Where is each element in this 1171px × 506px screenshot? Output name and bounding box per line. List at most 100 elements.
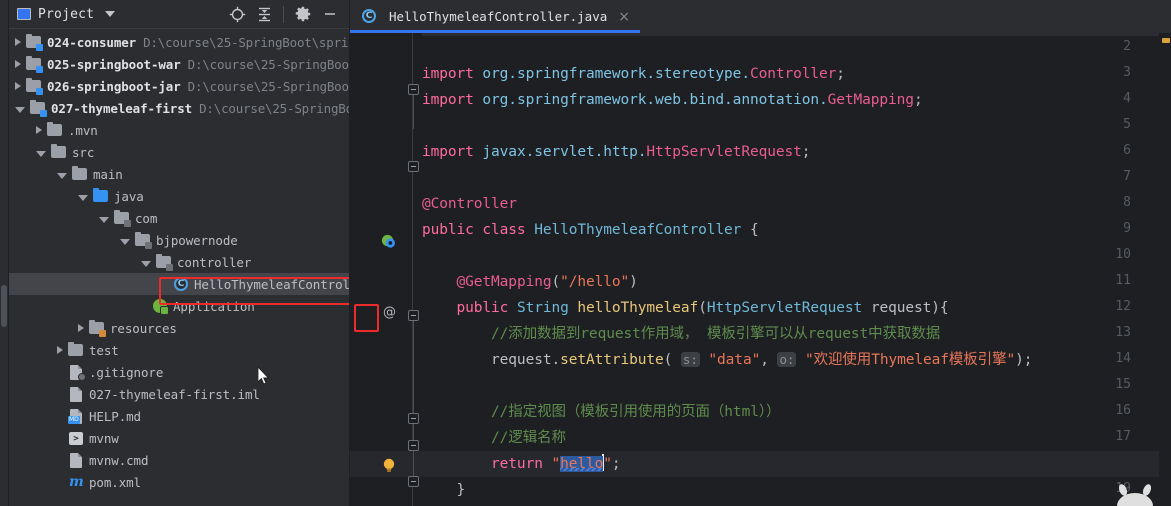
tree-row[interactable]: .gitignore xyxy=(9,361,349,383)
mouse-cursor xyxy=(258,367,270,385)
java-class-icon: C xyxy=(362,9,377,24)
tree-row[interactable]: resources xyxy=(9,317,349,339)
tree-row-label: .mvn xyxy=(68,122,98,138)
tree-row-path: D:\course\25-SpringBoot\spri xyxy=(143,34,349,50)
cmd-file-icon xyxy=(68,452,84,468)
tree-row-label: HELP.md xyxy=(89,408,141,424)
tree-row-label: 025-springboot-war xyxy=(47,56,181,72)
intention-bulb-icon[interactable] xyxy=(382,458,395,472)
module-folder-icon xyxy=(26,77,43,95)
code-line: public class HelloThymeleafController { xyxy=(422,222,759,238)
shell-file-icon: > xyxy=(68,430,84,446)
fold-marker-imports[interactable] xyxy=(408,84,419,95)
iml-file-icon xyxy=(68,386,84,402)
spring-bean-gutter-icon[interactable] xyxy=(381,234,396,249)
tree-row[interactable]: 027-thymeleaf-first.iml xyxy=(9,383,349,405)
chevron-right-icon[interactable] xyxy=(15,38,21,46)
markdown-file-icon: MD xyxy=(68,408,84,424)
tree-row[interactable]: 027-thymeleaf-first D:\course\25-SpringBo… xyxy=(9,97,349,119)
tree-row[interactable]: controller xyxy=(9,251,349,273)
chevron-right-icon[interactable] xyxy=(15,82,21,90)
fold-marker-method-end[interactable] xyxy=(408,440,419,451)
tree-row-path: D:\course\25-SpringBoot xyxy=(187,56,350,72)
tree-row[interactable]: .mvn xyxy=(9,119,349,141)
chevron-down-icon[interactable] xyxy=(105,11,116,17)
chevron-right-icon[interactable] xyxy=(78,324,84,332)
tree-row[interactable]: main xyxy=(9,163,349,185)
chevron-down-icon[interactable] xyxy=(120,238,130,245)
tree-row[interactable]: 024-consumer D:\course\25-SpringBoot\spri xyxy=(9,31,349,53)
tree-row-label: java xyxy=(114,188,144,204)
tree-row[interactable]: MD HELP.md xyxy=(9,405,349,427)
package-icon xyxy=(114,209,131,227)
tree-row[interactable]: Application xyxy=(9,295,349,317)
chevron-right-icon[interactable] xyxy=(36,126,42,134)
fold-marker-class[interactable] xyxy=(408,310,419,321)
tree-row-label: pom.xml xyxy=(89,474,141,490)
fold-marker-import-servlet[interactable] xyxy=(408,161,419,172)
minimize-icon[interactable] xyxy=(317,2,343,26)
editor-scrollbar[interactable] xyxy=(1159,33,1171,506)
tree-row[interactable]: src xyxy=(9,141,349,163)
tree-row[interactable]: 026-springboot-jar D:\course\25-SpringBoo… xyxy=(9,75,349,97)
rail-scrollbar-thumb[interactable] xyxy=(1,285,7,327)
code-line: @Controller xyxy=(422,196,517,212)
tree-row-path: D:\course\25-SpringBoot xyxy=(187,78,350,94)
tree-row[interactable]: m pom.xml xyxy=(9,471,349,493)
editor-tabbar: C HelloThymeleafController.java × xyxy=(350,0,1171,33)
code-line: //指定视图（模板引用使用的页面（html）） xyxy=(491,404,781,420)
code-line: } xyxy=(456,482,466,498)
tree-row-label: 027-thymeleaf-first xyxy=(51,100,193,116)
chevron-down-icon[interactable] xyxy=(57,172,67,179)
locate-file-icon[interactable] xyxy=(224,2,250,26)
tree-row[interactable]: 025-springboot-war D:\course\25-SpringBoo… xyxy=(9,53,349,75)
mapping-gutter-icon[interactable]: @ xyxy=(383,305,396,320)
chevron-right-icon[interactable] xyxy=(15,60,21,68)
chevron-down-icon[interactable] xyxy=(99,216,109,223)
gitignore-file-icon xyxy=(68,364,86,381)
tree-row[interactable]: > mvnw xyxy=(9,427,349,449)
code-line: //逻辑名称 xyxy=(491,430,566,446)
editor-tab-hellothymeleafcontroller[interactable]: C HelloThymeleafController.java × xyxy=(350,0,640,33)
chevron-down-icon[interactable] xyxy=(15,106,25,113)
close-icon[interactable]: × xyxy=(618,9,630,25)
project-panel-toolbar xyxy=(224,2,343,26)
folder-icon xyxy=(47,121,63,138)
chevron-down-icon[interactable] xyxy=(78,194,88,201)
project-panel-header: Project xyxy=(9,0,349,29)
tree-row-label: controller xyxy=(177,254,252,270)
fold-guide-line xyxy=(413,95,414,129)
tree-row[interactable]: bjpowernode xyxy=(9,229,349,251)
chevron-down-icon[interactable] xyxy=(36,150,46,157)
code-line: import org.springframework.web.bind.anno… xyxy=(422,92,923,108)
tree-row-path: D:\course\25-SpringBoo xyxy=(199,100,350,116)
tree-row-label: mvnw.cmd xyxy=(89,452,149,468)
tree-row[interactable]: java xyxy=(9,185,349,207)
warning-marker[interactable] xyxy=(1162,38,1170,43)
tree-row-label: com xyxy=(135,210,158,226)
project-panel-title-group[interactable]: Project xyxy=(17,7,116,22)
tree-row[interactable]: C HelloThymeleafControll xyxy=(9,273,349,295)
collapse-all-icon[interactable] xyxy=(251,2,277,26)
tree-row-label: main xyxy=(93,166,123,182)
watermark-logo xyxy=(1117,484,1153,506)
maven-file-icon: m xyxy=(69,474,84,490)
code-line: return "hello"; xyxy=(491,454,621,472)
chevron-down-icon[interactable] xyxy=(141,260,151,267)
tree-row-label: .gitignore xyxy=(89,364,164,380)
fold-marker-method[interactable] xyxy=(408,413,419,424)
tree-row[interactable]: com xyxy=(9,207,349,229)
source-folder-icon xyxy=(93,187,109,204)
fold-guide-line-class xyxy=(413,321,414,421)
fold-marker-close[interactable] xyxy=(408,476,419,487)
code-content[interactable]: import org.springframework.stereotype.Co… xyxy=(422,33,1171,506)
tree-row[interactable]: test xyxy=(9,339,349,361)
folder-icon xyxy=(68,341,84,358)
gear-icon[interactable] xyxy=(290,2,316,26)
project-tree[interactable]: 024-consumer D:\course\25-SpringBoot\spri… xyxy=(9,29,349,493)
code-viewport[interactable]: 234567891011121314151617181920 import or… xyxy=(350,33,1171,506)
tree-row[interactable]: mvnw.cmd xyxy=(9,449,349,471)
tree-row-label: Application xyxy=(173,298,255,314)
code-line: import javax.servlet.http.HttpServletReq… xyxy=(422,144,811,160)
chevron-right-icon[interactable] xyxy=(57,346,63,354)
